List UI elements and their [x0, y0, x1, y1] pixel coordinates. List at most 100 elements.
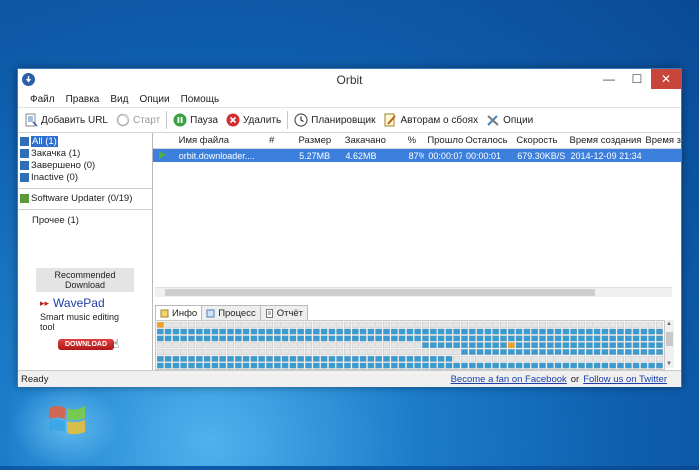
table-row[interactable]: orbit.downloader.... 5.27MB 4.62MB 87% 0… — [153, 149, 681, 162]
scheduler-button[interactable]: Планировщик — [290, 109, 379, 131]
piece-block — [219, 328, 227, 335]
report-bugs-button[interactable]: Авторам о сбоях — [379, 109, 482, 131]
piece-block — [484, 362, 492, 369]
product-name[interactable]: WavePad — [53, 296, 105, 310]
col-created[interactable]: Время создания — [565, 135, 641, 146]
piece-block — [546, 335, 554, 342]
piece-block — [265, 342, 273, 349]
horizontal-scrollbar[interactable] — [155, 287, 672, 297]
piece-block — [422, 355, 430, 362]
window-title: Orbit — [336, 73, 363, 87]
menu-edit[interactable]: Правка — [66, 94, 100, 105]
piece-block — [617, 355, 625, 362]
piece-block — [211, 349, 219, 356]
tab-process[interactable]: Процесс — [201, 305, 261, 320]
piece-block — [336, 335, 344, 342]
piece-block — [656, 335, 664, 342]
category-downloading[interactable]: Закачка (1) — [18, 147, 152, 159]
piece-block — [609, 355, 617, 362]
category-other[interactable]: Прочее (1) — [18, 214, 152, 226]
category-all[interactable]: All (1) — [18, 135, 152, 147]
close-button[interactable]: ✕ — [651, 69, 681, 89]
piece-block — [219, 355, 227, 362]
piece-block — [156, 355, 164, 362]
pause-button[interactable]: Пауза — [169, 109, 222, 131]
col-number[interactable]: # — [265, 135, 295, 146]
menu-help[interactable]: Помощь — [181, 94, 220, 105]
piece-block — [172, 335, 180, 342]
col-completed[interactable]: Время з — [641, 135, 681, 146]
piece-block — [328, 362, 336, 369]
category-completed[interactable]: Завершено (0) — [18, 159, 152, 171]
piece-block — [312, 349, 320, 356]
piece-block — [156, 342, 164, 349]
delete-button[interactable]: Удалить — [222, 109, 285, 131]
piece-block — [414, 328, 422, 335]
options-button[interactable]: Опции — [482, 109, 537, 131]
piece-block — [585, 355, 593, 362]
piece-block — [539, 349, 547, 356]
piece-block — [382, 328, 390, 335]
facebook-link[interactable]: Become a fan on Facebook — [451, 374, 567, 385]
piece-block — [234, 362, 242, 369]
piece-block — [258, 349, 266, 356]
piece-block — [156, 362, 164, 369]
piece-block — [289, 362, 297, 369]
piece-block — [648, 321, 656, 328]
download-button[interactable]: DOWNLOAD — [58, 338, 114, 350]
piece-block — [648, 328, 656, 335]
piece-block — [468, 355, 476, 362]
piece-block — [336, 355, 344, 362]
piece-block — [453, 349, 461, 356]
scrollbar-thumb[interactable] — [165, 289, 595, 296]
piece-block — [453, 335, 461, 342]
col-percent[interactable]: % — [404, 135, 424, 146]
piece-block — [546, 349, 554, 356]
tab-info[interactable]: Инфо — [155, 305, 203, 320]
maximize-button[interactable]: ☐ — [623, 69, 651, 89]
twitter-link[interactable]: Follow us on Twitter — [583, 374, 667, 385]
piece-block — [515, 355, 523, 362]
scrollbar-thumb[interactable] — [666, 332, 673, 346]
piece-block — [297, 328, 305, 335]
minimize-button[interactable]: — — [595, 69, 623, 89]
piece-block — [453, 321, 461, 328]
piece-block — [343, 328, 351, 335]
piece-block — [461, 349, 469, 356]
piece-block — [570, 321, 578, 328]
col-speed[interactable]: Скорость — [512, 135, 565, 146]
piece-block — [203, 349, 211, 356]
completed-icon — [20, 160, 29, 170]
piece-block — [648, 335, 656, 342]
piece-block — [188, 335, 196, 342]
piece-block — [343, 362, 351, 369]
piece-block — [382, 342, 390, 349]
col-elapsed[interactable]: Прошло — [423, 135, 463, 146]
vertical-scrollbar[interactable]: ▲ ▼ — [665, 320, 674, 368]
piece-block — [343, 342, 351, 349]
piece-block — [258, 335, 266, 342]
software-updater-item[interactable]: Software Updater (0/19) — [18, 192, 152, 204]
start-button[interactable]: Старт — [112, 109, 164, 131]
piece-block — [656, 342, 664, 349]
piece-block — [476, 362, 484, 369]
piece-block — [367, 349, 375, 356]
menu-options[interactable]: Опции — [139, 94, 169, 105]
col-remaining[interactable]: Осталось — [461, 135, 512, 146]
category-inactive[interactable]: Inactive (0) — [18, 171, 152, 183]
category-sidebar: All (1) Закачка (1) Завершено (0) Inacti… — [18, 133, 153, 370]
add-url-button[interactable]: Добавить URL — [20, 109, 112, 131]
toolbar: Добавить URL Старт Пауза Удалить Планиро… — [18, 108, 681, 133]
menu-file[interactable]: Файл — [30, 94, 55, 105]
status-bar: Ready Become a fan on Facebook or Follow… — [18, 370, 681, 387]
piece-block — [546, 328, 554, 335]
piece-block — [367, 335, 375, 342]
col-filename[interactable]: Имя файла — [175, 135, 265, 146]
col-downloaded[interactable]: Закачано — [341, 135, 404, 146]
menu-view[interactable]: Вид — [110, 94, 128, 105]
col-size[interactable]: Размер — [295, 135, 341, 146]
piece-block — [242, 335, 250, 342]
tab-report[interactable]: Отчёт — [259, 305, 309, 320]
piece-block — [258, 328, 266, 335]
piece-block — [289, 349, 297, 356]
